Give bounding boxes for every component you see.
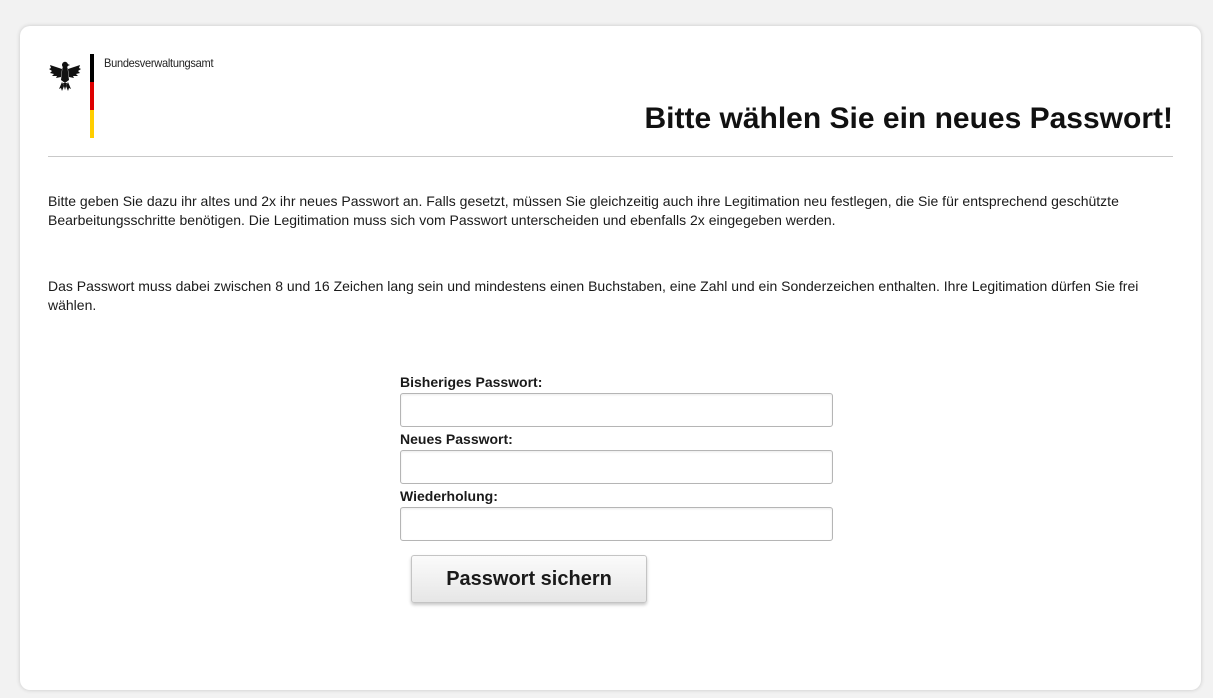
- header-divider: [48, 156, 1173, 157]
- old-password-input[interactable]: [400, 393, 833, 427]
- intro-paragraph-instructions: Bitte geben Sie dazu ihr altes und 2x ih…: [48, 193, 1119, 228]
- new-password-input[interactable]: [400, 450, 833, 484]
- intro-paragraph-rules: Das Passwort muss dabei zwischen 8 und 1…: [48, 278, 1139, 313]
- repeat-password-label: Wiederholung:: [400, 488, 498, 504]
- repeat-password-input[interactable]: [400, 507, 833, 541]
- old-password-label: Bisheriges Passwort:: [400, 374, 543, 390]
- federal-eagle-icon: [49, 61, 81, 91]
- flag-stripe: [90, 54, 94, 138]
- flag-gold-band: [90, 110, 94, 138]
- org-name: Bundesverwaltungsamt: [104, 56, 214, 70]
- page-title: Bitte wählen Sie ein neues Passwort!: [644, 102, 1174, 135]
- flag-red-band: [90, 82, 94, 110]
- save-password-button[interactable]: Passwort sichern: [411, 555, 647, 603]
- flag-black-band: [90, 54, 94, 82]
- password-form: Bisheriges Passwort: Neues Passwort: Wie…: [400, 372, 840, 603]
- password-change-panel: Bundesverwaltungsamt Bitte wählen Sie ei…: [20, 26, 1201, 690]
- new-password-label: Neues Passwort:: [400, 431, 513, 447]
